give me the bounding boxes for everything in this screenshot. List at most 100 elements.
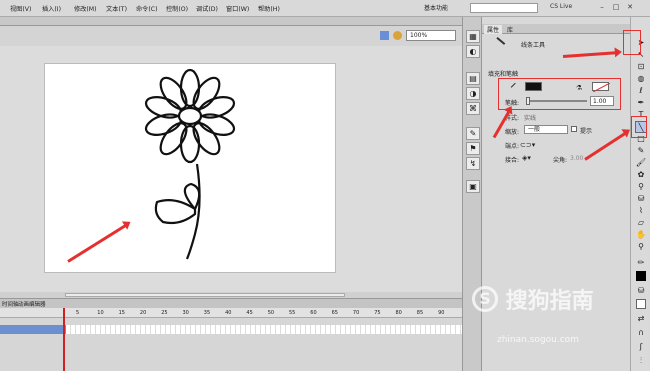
pencil-tool-icon[interactable]: ✎ [635,145,647,157]
frame-number: 5 [76,310,80,316]
zoom-select[interactable]: 100% [406,30,456,41]
frame-ruler[interactable]: 5 10 15 20 25 30 35 40 45 50 55 60 65 70 75 80 85 90 [66,308,462,318]
frame-number: 10 [97,310,104,316]
frame-number: 85 [416,310,424,316]
eraser-tool-icon[interactable]: ▱ [635,217,647,229]
tab-timeline[interactable]: 时间轴 [2,300,19,308]
highlight-selection-tool [623,30,641,55]
frame-number: 65 [331,310,338,316]
hand-tool-icon[interactable]: ✋ [635,229,647,241]
join-select[interactable]: ◈▾ [522,154,531,162]
watermark-url: zhinan.sogou.com [497,335,579,345]
deco-tool-icon[interactable]: ✿ [635,169,647,181]
panel-icon-7[interactable]: ⚑ [466,142,480,155]
hint-label: 提示 [580,128,593,135]
edit-scene-icon[interactable] [380,31,389,40]
pen-tool-icon[interactable]: ✒ [635,97,647,109]
cs-live-button[interactable]: CS Live [550,3,572,10]
frame-number: 75 [374,310,381,316]
fill-color-tool-icon[interactable]: ⛁ [635,285,647,297]
scale-select[interactable]: 一般 [524,125,568,134]
maximize-icon[interactable]: □ [609,2,623,13]
hint-checkbox[interactable] [571,126,577,132]
frame-number: 20 [139,310,147,316]
menu-window[interactable]: 窗口(W) [226,4,249,13]
frame-number: 45 [246,310,253,316]
window-controls: – □ ✕ [595,2,637,13]
workspace-selector[interactable]: 基本功能 [424,3,448,12]
tab-motion-editor[interactable]: 动画编辑器 [18,300,46,308]
panel-icon-2[interactable]: ◐ [466,45,480,58]
document-tab-strip [0,17,462,26]
frame-number: 80 [395,310,402,316]
tool-name: 线条工具 [521,42,546,49]
frame-number: 15 [118,310,125,316]
eyedropper-tool-icon[interactable]: ⌇ [635,205,647,217]
style-select[interactable]: 实线 [524,113,536,122]
panel-icon-9[interactable]: ▣ [466,180,480,193]
frame-number: 90 [438,310,445,316]
menu-text[interactable]: 文本(T) [106,4,127,13]
watermark-logo: S 搜狗指南 [472,283,594,315]
frame-number: 25 [161,310,168,316]
swap-colors-icon[interactable]: ⇄ [635,313,647,325]
menu-commands[interactable]: 命令(C) [136,4,158,13]
free-transform-tool-icon[interactable]: ⊡ [635,61,647,73]
straighten-icon[interactable]: ⫶ [635,355,647,367]
tab-properties[interactable]: 属性 [484,25,503,34]
collapsed-panel-strip: ▦ ◐ ▤ ◑ ⌘ ✎ ⚑ ↯ ▣ [462,17,482,371]
tools-panel: ➤ ↖ ⊡ ◍ ℓ ✒ T ╲ □ ✎ 🖌 ✿ ⚲ ⛁ ⌇ ▱ ✋ ⚲ ✏ ⛁ … [630,17,650,371]
zoom-tool-icon[interactable]: ⚲ [635,241,647,253]
frame-number: 55 [289,310,296,316]
panel-icon-5[interactable]: ⌘ [466,102,480,115]
panel-icon-4[interactable]: ◑ [466,87,480,100]
scrollbar-thumb[interactable] [65,293,345,297]
stroke-color-chip[interactable] [636,271,646,281]
watermark-text: 搜狗指南 [505,289,594,314]
cap-select[interactable]: ⊂⊃▾ [520,141,535,149]
brush-tool-icon[interactable]: 🖌 [635,157,647,169]
miter-value[interactable]: 3.00 [570,155,583,162]
panel-icon-6[interactable]: ✎ [466,127,480,140]
playhead[interactable] [63,308,65,371]
3d-rotation-tool-icon[interactable]: ◍ [635,73,647,85]
lasso-tool-icon[interactable]: ℓ [635,85,647,97]
snap-magnet-icon[interactable]: ∩ [635,327,647,339]
section-fill-stroke[interactable]: 填充和笔触 [488,69,518,78]
edit-symbol-icon[interactable] [393,31,402,40]
frame-number: 30 [182,310,189,316]
fill-color-chip[interactable] [636,299,646,309]
panel-icon-3[interactable]: ▤ [466,72,480,85]
frame-number: 35 [203,310,211,316]
panel-icon-1[interactable]: ▦ [466,30,480,43]
layer-row-selected[interactable] [0,325,66,334]
close-icon[interactable]: ✕ [623,2,637,13]
flower-drawing [144,68,236,260]
menu-control[interactable]: 控制(O) [166,4,188,13]
frame-number: 50 [267,310,275,316]
menu-help[interactable]: 帮助(H) [258,4,280,13]
smooth-icon[interactable]: ʃ [635,341,647,353]
menu-debug[interactable]: 调试(D) [196,4,218,13]
scale-label: 缩放: [505,129,520,136]
stage-canvas[interactable] [44,63,336,273]
frame-number: 40 [225,310,232,316]
highlight-line-tool [631,116,647,138]
paint-bucket-tool-icon[interactable]: ⛁ [635,193,647,205]
cap-label: 端点: [505,143,520,150]
panel-icon-8[interactable]: ↯ [466,157,480,170]
bone-tool-icon[interactable]: ⚲ [635,181,647,193]
menu-view[interactable]: 视图(V) [10,4,31,13]
properties-tabs: 属性 库 [482,24,630,34]
highlight-stroke-settings [498,78,621,110]
menu-insert[interactable]: 插入(I) [42,4,61,13]
minimize-icon[interactable]: – [595,2,609,13]
miter-label: 尖角: [553,157,568,164]
frames-row[interactable] [66,325,462,334]
stroke-color-tool-icon[interactable]: ✏ [635,257,647,269]
search-input[interactable] [470,3,538,13]
tab-library[interactable]: 库 [504,25,516,34]
join-label: 接合: [505,157,520,164]
frame-number: 60 [310,310,317,316]
menu-modify[interactable]: 修改(M) [74,4,97,13]
